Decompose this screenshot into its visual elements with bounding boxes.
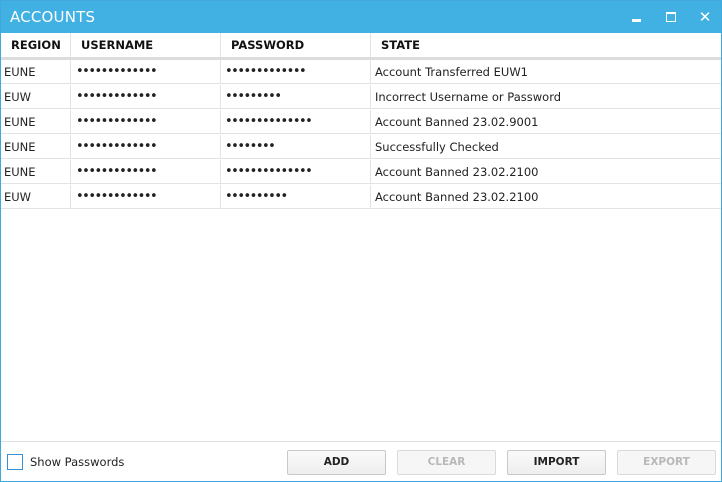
clear-button[interactable]: CLEAR <box>397 450 496 475</box>
window-title: ACCOUNTS <box>10 8 96 26</box>
table-row[interactable]: EUW ••••••••••••• ••••••••• Incorrect Us… <box>1 85 721 109</box>
cell-username: ••••••••••••• <box>71 110 221 134</box>
cell-password: •••••••••• <box>221 185 371 209</box>
cell-username: ••••••••••••• <box>71 85 221 109</box>
cell-username: ••••••••••••• <box>71 135 221 159</box>
cell-username: ••••••••••••• <box>71 60 221 84</box>
column-header-state[interactable]: STATE <box>371 33 721 57</box>
cell-password: •••••••• <box>221 135 371 159</box>
minimize-button[interactable] <box>626 7 646 27</box>
cell-password: ••••••••••••• <box>221 60 371 84</box>
cell-region: EUNE <box>1 110 71 134</box>
cell-region: EUNE <box>1 160 71 184</box>
table-row[interactable]: EUNE ••••••••••••• •••••••••••••• Accoun… <box>1 160 721 184</box>
import-button[interactable]: IMPORT <box>507 450 606 475</box>
show-passwords-checkbox[interactable] <box>7 454 23 470</box>
column-header-region[interactable]: REGION <box>1 33 71 57</box>
column-header-username[interactable]: USERNAME <box>71 33 221 57</box>
title-bar[interactable]: ACCOUNTS ✕ <box>1 1 721 33</box>
cell-state: Account Transferred EUW1 <box>375 65 529 79</box>
maximize-icon <box>666 12 676 22</box>
cell-password: •••••••••••••• <box>221 160 371 184</box>
column-header-password[interactable]: PASSWORD <box>221 33 371 57</box>
close-icon: ✕ <box>698 8 712 26</box>
cell-state: Account Banned 23.02.9001 <box>375 115 539 129</box>
cell-region: EUNE <box>1 60 71 84</box>
add-button[interactable]: ADD <box>287 450 386 475</box>
show-passwords-label[interactable]: Show Passwords <box>30 455 124 469</box>
maximize-button[interactable] <box>661 7 681 27</box>
table-row[interactable]: EUNE ••••••••••••• •••••••• Successfully… <box>1 135 721 159</box>
footer-bar: Show Passwords ADD CLEAR IMPORT EXPORT <box>1 441 721 482</box>
table-row[interactable]: EUW ••••••••••••• •••••••••• Account Ban… <box>1 185 721 209</box>
grid-header: REGION USERNAME PASSWORD STATE <box>1 33 721 60</box>
table-row[interactable]: EUNE ••••••••••••• •••••••••••••• Accoun… <box>1 110 721 134</box>
cell-state: Successfully Checked <box>375 140 499 154</box>
close-button[interactable]: ✕ <box>695 7 715 27</box>
cell-region: EUW <box>1 185 71 209</box>
cell-state: Incorrect Username or Password <box>375 90 562 104</box>
cell-password: ••••••••• <box>221 85 371 109</box>
cell-username: ••••••••••••• <box>71 160 221 184</box>
cell-username: ••••••••••••• <box>71 185 221 209</box>
cell-state: Account Banned 23.02.2100 <box>375 165 539 179</box>
cell-region: EUNE <box>1 135 71 159</box>
cell-state: Account Banned 23.02.2100 <box>375 190 539 204</box>
cell-password: •••••••••••••• <box>221 110 371 134</box>
accounts-window: ACCOUNTS ✕ REGION USERNAME PASSWORD STAT… <box>0 0 722 482</box>
table-row[interactable]: EUNE ••••••••••••• ••••••••••••• Account… <box>1 60 721 84</box>
cell-region: EUW <box>1 85 71 109</box>
export-button[interactable]: EXPORT <box>617 450 716 475</box>
minimize-icon <box>631 19 641 22</box>
